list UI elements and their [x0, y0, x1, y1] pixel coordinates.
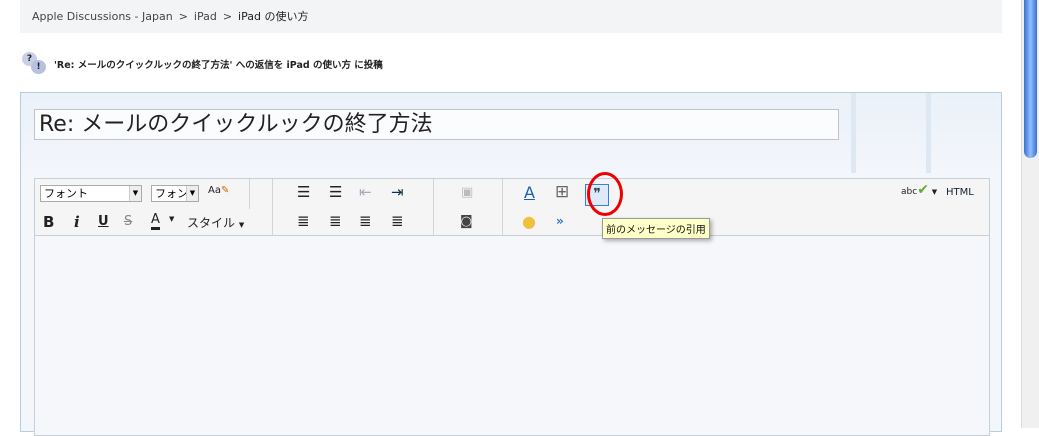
link-icon[interactable]: A — [524, 183, 535, 202]
breadcrumb-current: iPad の使い方 — [238, 10, 309, 23]
discussion-icon: ?! — [22, 52, 48, 76]
subject-input[interactable]: Re: メールのクイックルックの終了方法 — [34, 109, 839, 140]
chevron-down-icon: ▼ — [129, 186, 141, 201]
highlight-circle — [587, 172, 623, 216]
text-color-button[interactable]: A — [151, 213, 160, 230]
size-select[interactable]: フォン ▼ — [151, 185, 199, 202]
reply-panel: Re: メールのクイックルックの終了方法 フォント ▼ フォン ▼ Aa✎ B i … — [20, 92, 1002, 436]
align-left-icon[interactable]: ≣ — [297, 212, 310, 230]
underline-button[interactable]: U — [98, 214, 109, 229]
spellcheck-button[interactable]: abc✔ ▼ — [901, 182, 937, 198]
editor-toolbar: フォント ▼ フォン ▼ Aa✎ B i U S A ▼ スタイル ▼ ☰ ☰ ⇤ ⇥… — [34, 178, 990, 236]
spell-label: abc — [901, 187, 918, 197]
chevron-down-icon: ▼ — [186, 186, 198, 201]
align-right-icon[interactable]: ≣ — [359, 212, 372, 230]
strikethrough-button[interactable]: S — [124, 214, 132, 229]
breadcrumb: Apple Discussions - Japan > iPad > iPad の使い方 — [20, 0, 1002, 33]
chevron-down-icon: ▼ — [931, 188, 938, 196]
speech-bubble-decoration — [851, 93, 931, 173]
emoji-icon[interactable]: ● — [522, 212, 536, 231]
video-icon[interactable]: ▣ — [461, 185, 473, 200]
camera-icon[interactable]: ◙ — [460, 214, 473, 229]
scrollbar[interactable] — [1021, 0, 1039, 428]
tooltip: 前のメッセージの引用 — [602, 218, 710, 239]
chevron-down-icon: ▼ — [238, 221, 245, 229]
page-heading: ?! 'Re: メールのクイックルックの終了方法' への返信を iPad の使い… — [22, 52, 383, 76]
check-icon: ✔ — [917, 182, 929, 198]
clear-format-icon[interactable]: Aa✎ — [208, 185, 229, 196]
breadcrumb-link[interactable]: Apple Discussions - Japan — [32, 10, 173, 23]
breadcrumb-sep: > — [178, 10, 188, 23]
breadcrumb-sep: > — [222, 10, 233, 23]
message-editor[interactable] — [34, 236, 990, 436]
outdent-icon[interactable]: ⇤ — [359, 183, 372, 201]
numbered-list-icon[interactable]: ☰ — [329, 183, 342, 201]
style-label: スタイル — [187, 216, 236, 230]
style-dropdown[interactable]: スタイル ▼ — [187, 214, 244, 231]
more-icon[interactable]: » — [556, 214, 564, 228]
html-button[interactable]: HTML — [946, 187, 974, 198]
font-select-label: フォント — [44, 187, 88, 200]
scrollbar-thumb[interactable] — [1024, 0, 1037, 158]
size-select-label: フォン — [155, 187, 188, 200]
bullet-list-icon[interactable]: ☰ — [297, 183, 310, 201]
justify-icon[interactable]: ≣ — [391, 212, 404, 230]
italic-button[interactable]: i — [74, 213, 80, 231]
heading-text: 'Re: メールのクイックルックの終了方法' への返信を iPad の使い方 に… — [54, 60, 383, 71]
align-center-icon[interactable]: ≣ — [329, 212, 342, 230]
font-select[interactable]: フォント ▼ — [40, 185, 142, 202]
chevron-down-icon: ▼ — [169, 215, 175, 223]
table-icon[interactable]: ⊞ — [555, 182, 569, 202]
bold-button[interactable]: B — [43, 213, 54, 231]
breadcrumb-link[interactable]: iPad — [194, 10, 217, 23]
indent-icon[interactable]: ⇥ — [391, 183, 404, 201]
